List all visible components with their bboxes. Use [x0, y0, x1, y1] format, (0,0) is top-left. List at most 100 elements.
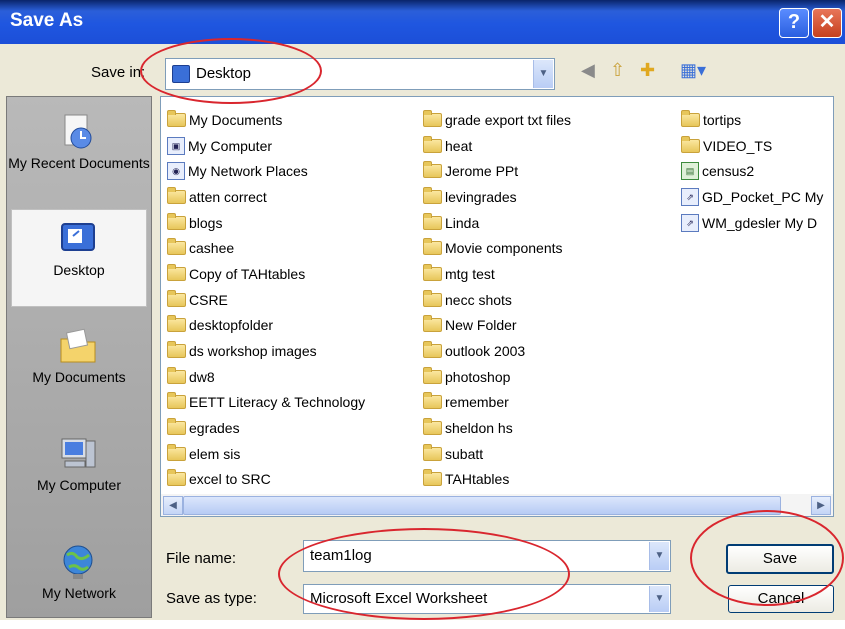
list-item[interactable]: ◉ My Network Places	[167, 158, 365, 184]
list-item[interactable]: excel to SRC	[167, 467, 365, 493]
item-label: atten correct	[189, 188, 267, 205]
item-label: cashee	[189, 240, 235, 257]
new-folder-icon[interactable]: ✚	[640, 60, 655, 81]
title-bar[interactable]: Save As ? ✕	[0, 0, 845, 44]
folder-icon	[681, 135, 700, 153]
folder-icon	[167, 212, 186, 230]
list-item[interactable]: Jerome PPt	[423, 158, 571, 184]
list-item[interactable]: levingrades	[423, 184, 571, 210]
place-my-network[interactable]: My Network	[7, 533, 151, 629]
my-computer-icon	[59, 435, 97, 473]
place-my-documents[interactable]: My Documents	[7, 317, 151, 413]
list-item[interactable]: dw8	[167, 364, 365, 390]
item-label: census2	[702, 163, 755, 180]
item-label: subatt	[445, 445, 484, 462]
my-network-icon	[59, 543, 97, 581]
place-desktop[interactable]: Desktop	[11, 209, 147, 307]
folder-icon	[423, 186, 442, 204]
item-label: necc shots	[445, 291, 512, 308]
views-menu-icon[interactable]: ▦▾	[680, 60, 706, 81]
item-label: Jerome PPt	[445, 163, 519, 180]
folder-icon	[167, 443, 186, 461]
folder-icon	[423, 315, 442, 333]
folder-icon	[167, 186, 186, 204]
list-item[interactable]: TAHtables	[423, 467, 571, 493]
scroll-left-icon[interactable]: ◀	[163, 496, 183, 515]
list-item[interactable]: Linda	[423, 210, 571, 236]
item-label: desktopfolder	[189, 317, 274, 334]
folder-icon	[423, 392, 442, 410]
save-as-dialog: Save As ? ✕ Save in: Desktop ▼ ◀ ⇧ ✚ ▦▾ …	[0, 0, 845, 620]
item-label: tortips	[703, 111, 742, 128]
list-item[interactable]: ▤ census2	[681, 158, 823, 184]
list-item[interactable]: photoshop	[423, 364, 571, 390]
folder-icon	[423, 161, 442, 179]
save-in-value: Desktop	[196, 65, 252, 82]
list-item[interactable]: ds workshop images	[167, 338, 365, 364]
list-item[interactable]: EETT Literacy & Technology	[167, 390, 365, 416]
place-label: My Network	[42, 585, 116, 601]
list-item[interactable]: New Folder	[423, 313, 571, 339]
chevron-down-icon[interactable]: ▼	[649, 542, 669, 570]
list-item[interactable]: necc shots	[423, 287, 571, 313]
folder-icon	[423, 109, 442, 127]
list-item[interactable]: blogs	[167, 210, 365, 236]
list-item[interactable]: remember	[423, 390, 571, 416]
item-label: egrades	[189, 420, 240, 437]
item-label: GD_Pocket_PC My	[702, 188, 824, 205]
back-icon[interactable]: ◀	[581, 60, 595, 81]
folder-icon	[167, 289, 186, 307]
scroll-right-icon[interactable]: ▶	[811, 496, 831, 515]
chevron-down-icon[interactable]: ▼	[649, 586, 669, 612]
list-item[interactable]: desktopfolder	[167, 313, 365, 339]
list-item[interactable]: outlook 2003	[423, 338, 571, 364]
item-label: excel to SRC	[189, 471, 271, 488]
list-item[interactable]: subatt	[423, 441, 571, 467]
list-item[interactable]: CSRE	[167, 287, 365, 313]
list-item[interactable]: ▣ My Computer	[167, 133, 365, 159]
item-label: CSRE	[189, 291, 228, 308]
file-name-field[interactable]: team1log ▼	[303, 540, 671, 572]
place-my-computer[interactable]: My Computer	[7, 425, 151, 521]
list-item[interactable]: grade export txt files	[423, 107, 571, 133]
save-button[interactable]: Save	[726, 544, 834, 574]
list-item[interactable]: ⇗ WM_gdesler My D	[681, 210, 823, 236]
folder-icon	[423, 418, 442, 436]
list-item[interactable]: ⇗ GD_Pocket_PC My	[681, 184, 823, 210]
folder-icon	[167, 315, 186, 333]
item-label: VIDEO_TS	[703, 137, 773, 154]
list-item[interactable]: Movie components	[423, 235, 571, 261]
list-item[interactable]: Copy of TAHtables	[167, 261, 365, 287]
list-item[interactable]: VIDEO_TS	[681, 133, 823, 159]
chevron-down-icon[interactable]: ▼	[533, 60, 553, 88]
save-in-dropdown[interactable]: Desktop ▼	[165, 58, 555, 90]
list-item[interactable]: tortips	[681, 107, 823, 133]
close-button[interactable]: ✕	[812, 8, 842, 38]
scroll-thumb[interactable]	[183, 496, 781, 515]
list-item[interactable]: My Documents	[167, 107, 365, 133]
folder-icon	[167, 418, 186, 436]
file-list[interactable]: My Documents ▣ My Computer ◉ My Network Pl…	[160, 96, 834, 496]
item-label: New Folder	[445, 317, 517, 334]
list-item[interactable]: heat	[423, 133, 571, 159]
save-as-type-value: Microsoft Excel Worksheet	[310, 590, 488, 607]
spreadsheet-file-icon: ▤	[681, 162, 699, 181]
item-label: remember	[445, 394, 509, 411]
item-label: mtg test	[445, 265, 495, 282]
list-item[interactable]: atten correct	[167, 184, 365, 210]
list-item[interactable]: mtg test	[423, 261, 571, 287]
save-as-type-dropdown[interactable]: Microsoft Excel Worksheet ▼	[303, 584, 671, 614]
cancel-button[interactable]: Cancel	[728, 585, 834, 613]
list-item[interactable]: cashee	[167, 235, 365, 261]
list-item[interactable]: elem sis	[167, 441, 365, 467]
place-my-recent-documents[interactable]: My Recent Documents	[7, 103, 151, 199]
folder-icon	[423, 469, 442, 487]
up-folder-icon[interactable]: ⇧	[610, 60, 625, 81]
list-item[interactable]: sheldon hs	[423, 415, 571, 441]
horizontal-scrollbar[interactable]: ◀ ▶	[160, 494, 834, 517]
list-item[interactable]: egrades	[167, 415, 365, 441]
item-label: My Documents	[189, 111, 283, 128]
folder-icon	[423, 135, 442, 153]
folder-icon	[167, 109, 186, 127]
help-button[interactable]: ?	[779, 8, 809, 38]
